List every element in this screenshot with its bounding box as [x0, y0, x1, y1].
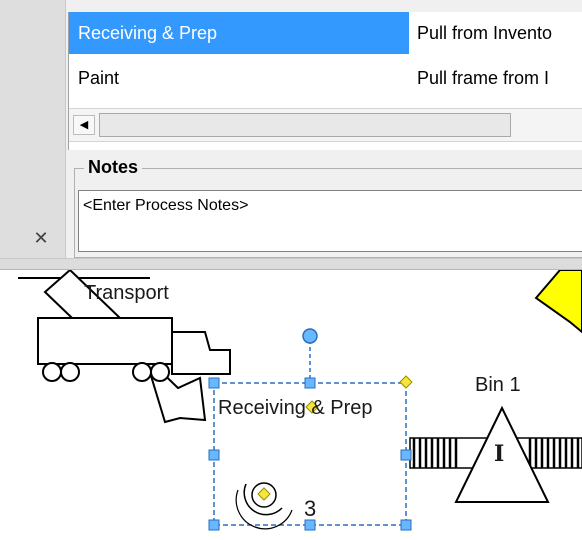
notes-heading: Notes	[84, 157, 143, 178]
operator-count: 3	[304, 496, 317, 521]
control-handle	[399, 375, 413, 389]
table-row[interactable]: Receiving & Prep Pull from Invento	[69, 12, 582, 54]
process-description-cell[interactable]: Pull frame from I	[411, 57, 582, 99]
rotation-handle	[302, 328, 318, 344]
process-description-cell[interactable]: Pull from Invento	[411, 12, 582, 54]
close-icon[interactable]: ✕	[30, 228, 52, 250]
horizontal-scrollbar[interactable]: ◀	[69, 108, 582, 142]
inventory-symbol: I	[494, 441, 505, 467]
panel-splitter[interactable]	[0, 258, 582, 270]
process-properties-panel: Receiving & Prep Pull from Invento Paint…	[0, 0, 582, 266]
process-name-cell[interactable]: Paint	[69, 57, 409, 99]
transport-label: Transport	[84, 282, 169, 304]
process-table: Receiving & Prep Pull from Invento Paint…	[68, 12, 582, 150]
panel-gutter	[0, 0, 66, 266]
inventory-label: Bin 1	[475, 374, 521, 396]
table-row[interactable]: Paint Pull frame from I	[69, 57, 582, 99]
operator-icon	[235, 482, 293, 530]
drawing-canvas[interactable]: Transport Receiving & Prep 3 Bin 1 I	[0, 270, 582, 540]
process-notes-field[interactable]: <Enter Process Notes>	[78, 190, 582, 252]
process-box-label: Receiving & Prep	[218, 397, 373, 419]
arrow-left-icon[interactable]: ◀	[73, 115, 95, 135]
scrollbar-thumb[interactable]	[99, 113, 511, 137]
truck-shape	[37, 317, 231, 382]
yellow-shape	[534, 270, 582, 334]
process-name-cell[interactable]: Receiving & Prep	[69, 12, 409, 54]
